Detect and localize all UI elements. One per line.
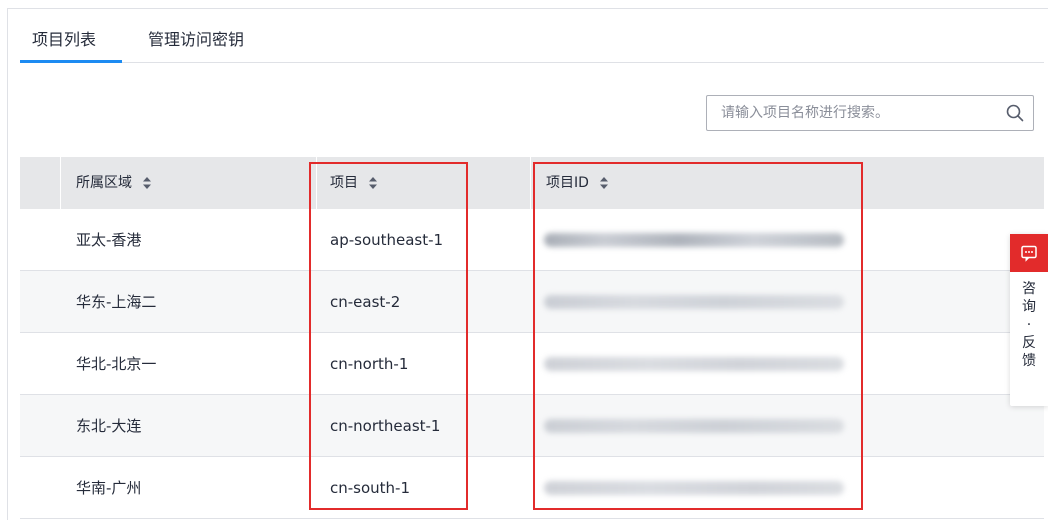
region-cell: 东北-大连 <box>76 417 142 435</box>
tab-manage-access-keys[interactable]: 管理访问密钥 <box>148 29 244 51</box>
redacted-project-id <box>544 295 844 309</box>
float-button-label: 咨 询 · 反 馈 <box>1010 272 1048 370</box>
float-label-char: 反 <box>1022 335 1036 351</box>
search-input[interactable] <box>721 103 991 123</box>
project-table: 所属区域 项目 项目ID 亚太-香港 ap-southeast-1 华东-上海二… <box>20 157 1044 519</box>
redacted-project-id <box>544 481 844 495</box>
project-cell[interactable]: cn-north-1 <box>330 353 408 375</box>
sort-icon[interactable] <box>368 176 378 190</box>
project-cell[interactable]: ap-southeast-1 <box>330 229 443 251</box>
redacted-project-id <box>544 233 844 247</box>
float-button-header <box>1010 234 1048 272</box>
table-row[interactable]: 华北-北京一 cn-north-1 <box>20 333 1044 395</box>
column-divider <box>316 157 317 209</box>
sort-icon[interactable] <box>599 176 609 190</box>
project-cell[interactable]: cn-south-1 <box>330 477 410 499</box>
column-divider <box>60 157 61 209</box>
table-row[interactable]: 东北-大连 cn-northeast-1 <box>20 395 1044 457</box>
header-project[interactable]: 项目 <box>330 173 378 193</box>
header-region[interactable]: 所属区域 <box>76 173 152 193</box>
active-tab-indicator <box>20 60 122 63</box>
search-box[interactable] <box>706 95 1034 131</box>
table-body: 亚太-香港 ap-southeast-1 华东-上海二 cn-east-2 华北… <box>20 209 1044 519</box>
console-panel: 项目列表 管理访问密钥 所属区域 项目 <box>7 8 1048 520</box>
chat-icon <box>1021 245 1037 262</box>
search-icon[interactable] <box>1006 104 1024 122</box>
tab-project-list[interactable]: 项目列表 <box>32 29 96 51</box>
header-region-label: 所属区域 <box>76 175 132 191</box>
region-cell: 华东-上海二 <box>76 293 157 311</box>
column-divider <box>530 157 531 209</box>
tab-bar: 项目列表 管理访问密钥 <box>20 9 1044 63</box>
consult-feedback-button[interactable]: 咨 询 · 反 馈 <box>1010 234 1048 406</box>
project-cell[interactable]: cn-northeast-1 <box>330 415 440 437</box>
table-row[interactable]: 华南-广州 cn-south-1 <box>20 457 1044 519</box>
header-project-id[interactable]: 项目ID <box>546 173 609 193</box>
table-header: 所属区域 项目 项目ID <box>20 157 1044 209</box>
project-cell[interactable]: cn-east-2 <box>330 291 400 313</box>
table-row[interactable]: 华东-上海二 cn-east-2 <box>20 271 1044 333</box>
header-project-label: 项目 <box>330 175 358 191</box>
region-cell: 亚太-香港 <box>76 231 142 249</box>
float-label-char: 询 <box>1022 299 1036 315</box>
redacted-project-id <box>544 419 844 433</box>
float-label-char: 咨 <box>1022 281 1036 297</box>
region-cell: 华南-广州 <box>76 479 142 497</box>
redacted-project-id <box>544 357 844 371</box>
header-project-id-label: 项目ID <box>546 175 589 191</box>
sort-icon[interactable] <box>142 176 152 190</box>
region-cell: 华北-北京一 <box>76 355 157 373</box>
float-label-char: 馈 <box>1022 353 1036 369</box>
float-label-char: · <box>1026 317 1032 333</box>
table-row[interactable]: 亚太-香港 ap-southeast-1 <box>20 209 1044 271</box>
